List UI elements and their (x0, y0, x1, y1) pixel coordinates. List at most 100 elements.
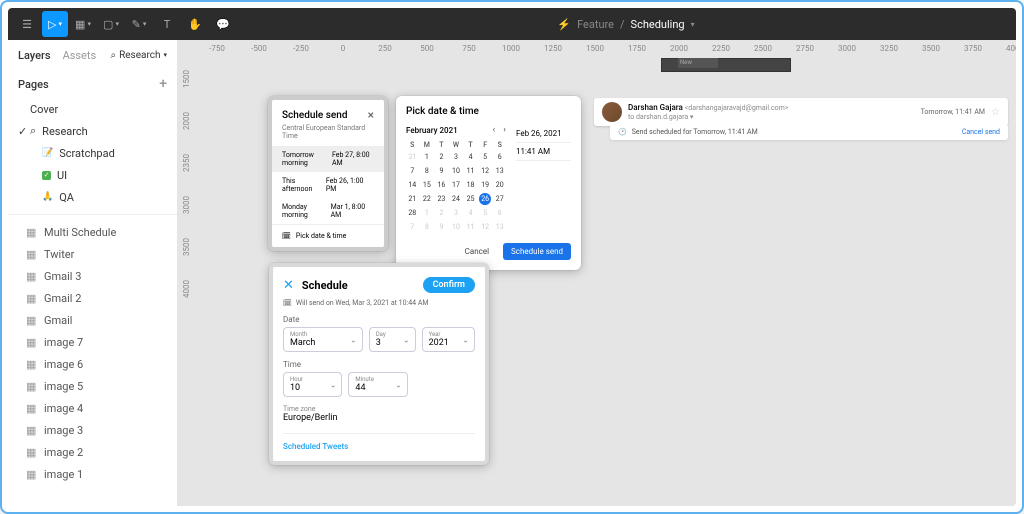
calendar-day[interactable]: 25 (464, 193, 477, 205)
prev-month-button[interactable]: ‹ (493, 125, 496, 135)
calendar-day[interactable]: 26 (479, 193, 492, 205)
layer-gmail3[interactable]: ▦Gmail 3 (8, 265, 177, 287)
page-search[interactable]: ⌕Research ▾ (110, 50, 167, 61)
calendar-day[interactable]: 14 (406, 179, 419, 191)
calendar-day[interactable]: 7 (406, 221, 419, 233)
next-month-button[interactable]: › (503, 125, 506, 135)
gmail-schedule-dialog[interactable]: Schedule send× Central European Standard… (268, 96, 388, 251)
cancel-send-button[interactable]: Cancel send (962, 128, 1000, 136)
calendar-day[interactable]: 1 (421, 151, 434, 163)
scheduled-tweets-link[interactable]: Scheduled Tweets (283, 433, 475, 451)
chevron-down-icon[interactable]: ▾ (690, 113, 694, 121)
gmail-message-row[interactable]: Darshan Gajara <darshangajaravajd@gmail.… (594, 98, 1008, 126)
calendar-day[interactable]: 31 (406, 151, 419, 163)
layer-multi-schedule[interactable]: ▦Multi Schedule (8, 221, 177, 243)
calendar-day[interactable]: 1 (421, 207, 434, 219)
calendar-day[interactable]: 7 (406, 165, 419, 177)
page-ui[interactable]: ✓ UI (8, 164, 177, 186)
page-cover[interactable]: Cover (8, 98, 177, 120)
pen-tool[interactable]: ✎▾ (126, 11, 152, 37)
schedule-send-button[interactable]: Schedule send (503, 243, 571, 260)
calendar-day[interactable]: 10 (450, 165, 463, 177)
calendar-day[interactable]: 2 (435, 151, 448, 163)
calendar-day[interactable]: 15 (421, 179, 434, 191)
calendar-day[interactable]: 8 (421, 165, 434, 177)
canvas[interactable]: -750-500-2500250500750100012501500175020… (178, 40, 1016, 506)
calendar-day[interactable]: 13 (493, 221, 506, 233)
calendar-grid[interactable]: SMTWTFS311234567891011121314151617181920… (406, 141, 506, 233)
shape-tool[interactable]: ▢▾ (98, 11, 124, 37)
menu-button[interactable]: ☰ (14, 11, 40, 37)
layer-gmail[interactable]: ▦Gmail (8, 309, 177, 331)
calendar-day[interactable]: 27 (493, 193, 506, 205)
layer-image7[interactable]: ▦image 7 (8, 331, 177, 353)
schedule-option[interactable]: Tomorrow morningFeb 27, 8:00 AM (272, 146, 384, 172)
calendar-day[interactable]: 21 (406, 193, 419, 205)
calendar-day[interactable]: 9 (435, 221, 448, 233)
page-scratchpad[interactable]: 📝 Scratchpad (8, 142, 177, 164)
text-tool[interactable]: T (154, 11, 180, 37)
frame-tool[interactable]: ▦▾ (70, 11, 96, 37)
layer-image2[interactable]: ▦image 2 (8, 441, 177, 463)
add-page-button[interactable]: + (159, 76, 167, 92)
schedule-option[interactable]: Monday morningMar 1, 8:00 AM (272, 198, 384, 224)
layer-image6[interactable]: ▦image 6 (8, 353, 177, 375)
comment-tool[interactable]: 💬 (210, 11, 236, 37)
date-field[interactable]: Feb 26, 2021 (516, 125, 571, 143)
year-select[interactable]: Year2021⌄ (422, 327, 475, 352)
page-qa[interactable]: 🙏 QA (8, 186, 177, 208)
calendar-day[interactable]: 6 (493, 151, 506, 163)
tab-layers[interactable]: Layers (18, 49, 51, 62)
chevron-down-icon[interactable]: ▾ (691, 20, 695, 29)
calendar-day[interactable]: 9 (435, 165, 448, 177)
month-select[interactable]: MonthMarch⌄ (283, 327, 363, 352)
calendar-day[interactable]: 22 (421, 193, 434, 205)
cancel-button[interactable]: Cancel (459, 243, 495, 260)
calendar-day[interactable]: 6 (493, 207, 506, 219)
page-research[interactable]: ✓⌕ Research (8, 120, 177, 142)
day-select[interactable]: Day3⌄ (369, 327, 416, 352)
calendar-day[interactable]: 3 (450, 207, 463, 219)
calendar-day[interactable]: 4 (464, 151, 477, 163)
breadcrumb[interactable]: ⚡ Feature / Scheduling ▾ (236, 18, 1016, 31)
calendar-day[interactable]: 12 (479, 221, 492, 233)
hand-tool[interactable]: ✋ (182, 11, 208, 37)
layer-image5[interactable]: ▦image 5 (8, 375, 177, 397)
pick-date-time-button[interactable]: 🗓Pick date & time (272, 224, 384, 247)
layer-gmail2[interactable]: ▦Gmail 2 (8, 287, 177, 309)
layer-image1[interactable]: ▦image 1 (8, 463, 177, 485)
calendar-day[interactable]: 28 (406, 207, 419, 219)
calendar-day[interactable]: 5 (479, 151, 492, 163)
schedule-option[interactable]: This afternoonFeb 26, 1:00 PM (272, 172, 384, 198)
calendar-day[interactable]: 4 (464, 207, 477, 219)
time-field[interactable]: 11:41 AM (516, 143, 571, 161)
calendar-day[interactable]: 19 (479, 179, 492, 191)
twitter-schedule-dialog[interactable]: ✕ Schedule Confirm 🗓Will send on Wed, Ma… (269, 263, 489, 465)
calendar-day[interactable]: 13 (493, 165, 506, 177)
calendar-day[interactable]: 12 (479, 165, 492, 177)
tab-assets[interactable]: Assets (63, 49, 97, 62)
calendar-day[interactable]: 8 (421, 221, 434, 233)
star-icon[interactable]: ☆ (991, 107, 1000, 118)
layer-twiter[interactable]: ▦Twiter (8, 243, 177, 265)
calendar-day[interactable]: 23 (435, 193, 448, 205)
pick-datetime-dialog[interactable]: Pick date & time February 2021‹› SMTWTFS… (396, 96, 581, 270)
calendar-day[interactable]: 20 (493, 179, 506, 191)
layer-image3[interactable]: ▦image 3 (8, 419, 177, 441)
calendar-day[interactable]: 3 (450, 151, 463, 163)
minute-select[interactable]: Minute44⌄ (348, 372, 407, 397)
calendar-day[interactable]: 11 (464, 221, 477, 233)
calendar-day[interactable]: 2 (435, 207, 448, 219)
calendar-day[interactable]: 5 (479, 207, 492, 219)
close-icon[interactable]: ✕ (283, 278, 294, 293)
close-icon[interactable]: × (368, 108, 374, 122)
move-tool[interactable]: ▷▾ (42, 11, 68, 37)
calendar-day[interactable]: 10 (450, 221, 463, 233)
artboard-label[interactable]: New (678, 58, 718, 68)
calendar-day[interactable]: 16 (435, 179, 448, 191)
calendar-day[interactable]: 17 (450, 179, 463, 191)
calendar-day[interactable]: 11 (464, 165, 477, 177)
calendar-day[interactable]: 24 (450, 193, 463, 205)
confirm-button[interactable]: Confirm (423, 277, 475, 293)
calendar-day[interactable]: 18 (464, 179, 477, 191)
